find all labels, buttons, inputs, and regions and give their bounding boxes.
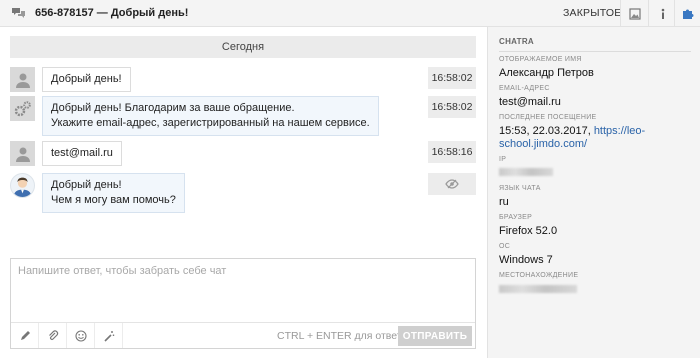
- visitor-avatar: [10, 67, 35, 92]
- panel-title: CHATRA: [499, 37, 534, 46]
- display-name-value: Александр Петров: [499, 67, 594, 79]
- message-bubble: Добрый день! Благодарим за ваше обращени…: [42, 96, 379, 136]
- last-visit-link[interactable]: https://leo-: [594, 125, 645, 137]
- message-time: 16:58:16: [428, 141, 476, 163]
- reply-input[interactable]: Напишите ответ, чтобы забрать себе чат: [18, 265, 226, 277]
- user-icon: [15, 147, 30, 162]
- browser-label: БРАУЗЕР: [499, 214, 533, 221]
- reply-composer[interactable]: Напишите ответ, чтобы забрать себе чат C…: [10, 258, 476, 349]
- location-value-redacted: [499, 285, 577, 293]
- visitor-avatar: [10, 141, 35, 166]
- pencil-icon[interactable]: [11, 323, 39, 348]
- message-bubble: test@mail.ru: [42, 141, 122, 166]
- last-visit-value: 15:53, 22.03.2017, https://leo-: [499, 125, 645, 138]
- last-visit-value-cont: school.jimdo.com/: [499, 138, 587, 151]
- os-value: Windows 7: [499, 254, 553, 266]
- chat-language-label: ЯЗЫК ЧАТА: [499, 185, 541, 192]
- agent-avatar: [10, 173, 35, 198]
- last-visit-time: 15:53, 22.03.2017,: [499, 125, 591, 137]
- chat-header: 656-878157 — Добрый день! ЗАКРЫТОЕ: [0, 0, 700, 27]
- send-button[interactable]: ОТПРАВИТЬ: [398, 326, 472, 346]
- message-bubble: Добрый день!: [42, 67, 131, 92]
- email-value: test@mail.ru: [499, 96, 561, 108]
- last-visit-link-cont[interactable]: school.jimdo.com/: [499, 138, 587, 150]
- image-icon[interactable]: [620, 0, 648, 27]
- user-icon: [15, 73, 30, 88]
- ip-label: IP: [499, 156, 507, 163]
- magic-wand-icon[interactable]: [95, 323, 123, 348]
- chat-status[interactable]: ЗАКРЫТОЕ: [563, 7, 621, 19]
- ip-value-redacted: [499, 168, 553, 176]
- email-label: EMAIL-АДРЕС: [499, 85, 550, 92]
- info-icon[interactable]: [648, 0, 676, 27]
- send-hint: CTRL + ENTER для ответа: [277, 330, 408, 342]
- message-line: Укажите email-адрес, зарегистрированный …: [51, 117, 370, 129]
- smiley-icon[interactable]: [67, 323, 95, 348]
- browser-value: Firefox 52.0: [499, 225, 558, 237]
- last-visit-label: ПОСЛЕДНЕЕ ПОСЕЩЕНИЕ: [499, 114, 597, 121]
- os-label: ОС: [499, 243, 511, 250]
- bot-avatar: [10, 96, 35, 121]
- composer-toolbar: CTRL + ENTER для ответа ОТПРАВИТЬ: [11, 322, 475, 348]
- visitor-info-panel: CHATRA ОТОБРАЖАЕМОЕ ИМЯ Александр Петров…: [487, 27, 700, 358]
- chat-language-value: ru: [499, 196, 509, 208]
- message-status: [428, 173, 476, 195]
- operator-avatar-icon: [13, 177, 32, 197]
- message-time: 16:58:02: [428, 67, 476, 89]
- message-bubble: Добрый день! Чем я могу вам помочь?: [42, 173, 185, 213]
- message-line: Добрый день!: [51, 179, 122, 191]
- chat-main: Сегодня Добрый день! 16:58:02 Добрый ден…: [0, 27, 487, 358]
- location-label: МЕСТОНАХОЖДЕНИЕ: [499, 272, 579, 279]
- eye-slash-icon: [445, 179, 459, 189]
- message-time: 16:58:02: [428, 96, 476, 118]
- puzzle-icon[interactable]: [674, 0, 700, 27]
- divider: [499, 51, 691, 52]
- gears-icon: [14, 100, 31, 116]
- chat-title: 656-878157 — Добрый день!: [35, 7, 189, 19]
- display-name-label: ОТОБРАЖАЕМОЕ ИМЯ: [499, 56, 582, 63]
- chat-bubbles-icon: [11, 7, 25, 19]
- message-line: Чем я могу вам помочь?: [51, 194, 176, 206]
- message-line: Добрый день! Благодарим за ваше обращени…: [51, 102, 295, 114]
- date-separator: Сегодня: [10, 36, 476, 58]
- paperclip-icon[interactable]: [39, 323, 67, 348]
